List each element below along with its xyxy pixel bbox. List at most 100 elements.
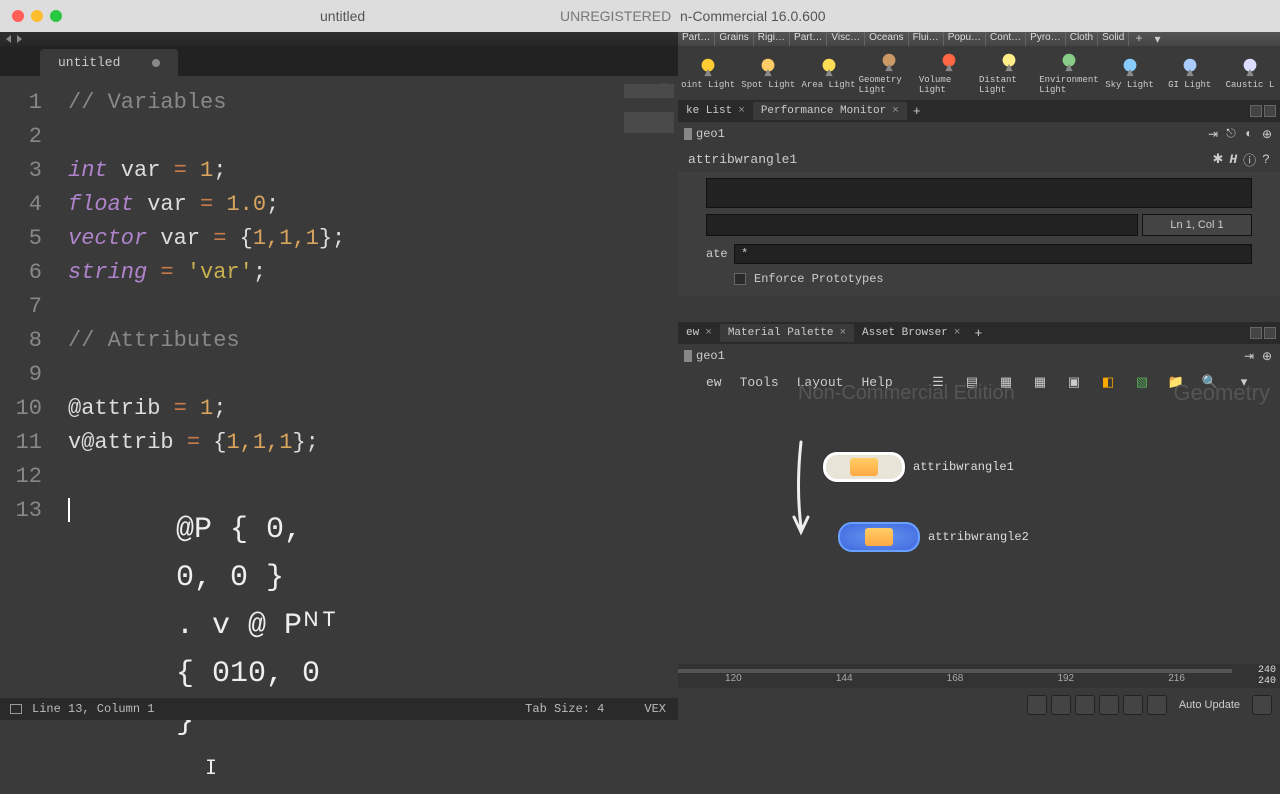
tab-perf-monitor[interactable]: Performance Monitor×	[753, 102, 907, 120]
code-content[interactable]: // Variables int var = 1; float var = 1.…	[56, 76, 345, 684]
help-icon[interactable]: ◐	[1242, 127, 1256, 141]
tab-size[interactable]: Tab Size: 4	[525, 702, 604, 716]
shelf-tool-oint-light[interactable]: oint Light	[678, 46, 738, 100]
vex-code-field[interactable]	[706, 178, 1252, 208]
nav-back-icon[interactable]	[6, 35, 11, 43]
shelf-tool-sky-light[interactable]: Sky Light	[1099, 46, 1159, 100]
shelf-add-icon[interactable]: +	[1129, 32, 1148, 46]
modified-dot-icon	[152, 59, 160, 67]
info-icon[interactable]: ⓘ	[1243, 150, 1256, 169]
node-type-icon	[684, 128, 692, 140]
realtime-icon[interactable]	[1147, 695, 1167, 715]
param-field[interactable]: *	[734, 244, 1252, 264]
node-name-label[interactable]: attribwrangle1	[688, 152, 797, 167]
image-icon[interactable]: ▧	[1134, 374, 1150, 390]
node-attribwrangle1[interactable]: attribwrangle1	[823, 452, 1014, 482]
close-icon[interactable]: ×	[839, 327, 846, 339]
timeline[interactable]: 120 144 168 192 216 240240	[678, 664, 1280, 688]
shelf-tab[interactable]: Rigi…	[754, 32, 790, 46]
code-editor[interactable]: 123 456 789 101112 13 // Variables int v…	[0, 76, 678, 684]
path-geo[interactable]: geo1	[696, 349, 725, 363]
status-icon[interactable]	[10, 704, 22, 714]
close-window-icon[interactable]	[12, 10, 24, 22]
gear-icon[interactable]: ✱	[1212, 152, 1223, 167]
menu-view[interactable]: ew	[706, 375, 722, 390]
play-next-icon[interactable]	[1099, 695, 1119, 715]
minimap[interactable]	[624, 84, 674, 154]
enforce-checkbox[interactable]	[734, 273, 746, 285]
path-geo[interactable]: geo1	[696, 127, 725, 141]
shelf-tool-caustic-l[interactable]: Caustic L	[1220, 46, 1280, 100]
auto-update-dropdown[interactable]: Auto Update	[1171, 699, 1248, 711]
tab-material-palette[interactable]: Material Palette×	[720, 324, 854, 342]
shelf-tab[interactable]: Cont…	[986, 32, 1026, 46]
pane-ctrl-icon[interactable]	[1250, 327, 1262, 339]
context-label: Geometry	[1173, 380, 1270, 406]
expand-icon[interactable]: ⊕	[1260, 127, 1274, 141]
play-last-icon[interactable]	[1123, 695, 1143, 715]
nav-fwd-icon[interactable]	[17, 35, 22, 43]
close-icon[interactable]: ×	[738, 105, 745, 117]
text-cursor	[68, 498, 70, 522]
shelf-tab[interactable]: Oceans	[865, 32, 908, 46]
color-icon[interactable]: ◧	[1100, 374, 1116, 390]
node-label: attribwrangle1	[913, 460, 1014, 474]
close-icon[interactable]: ×	[892, 105, 899, 117]
pane-ctrl-icon[interactable]	[1264, 327, 1276, 339]
help-icon[interactable]: ?	[1262, 152, 1270, 167]
expand-icon[interactable]: ⊕	[1260, 349, 1274, 363]
shelf-tool-geometry-light[interactable]: Geometry Light	[859, 46, 919, 100]
cursor-position[interactable]: Line 13, Column 1	[32, 702, 154, 716]
syntax-mode[interactable]: VEX	[644, 702, 666, 716]
tab-asset-browser[interactable]: Asset Browser×	[854, 324, 968, 342]
play-prev-icon[interactable]	[1051, 695, 1071, 715]
shelf-tab[interactable]: Part…	[678, 32, 715, 46]
update-icon[interactable]	[1252, 695, 1272, 715]
node-type-icon	[684, 350, 692, 362]
tab-scene-view[interactable]: ew×	[678, 324, 720, 342]
shelf-tool-distant-light[interactable]: Distant Light	[979, 46, 1039, 100]
close-icon[interactable]: ×	[705, 327, 712, 339]
vex-input[interactable]	[706, 214, 1138, 236]
shelf-tab[interactable]: Visc…	[827, 32, 865, 46]
shelf-tool-area-light[interactable]: Area Light	[798, 46, 858, 100]
node-attribwrangle2[interactable]: attribwrangle2	[838, 522, 1029, 552]
play-first-icon[interactable]	[1027, 695, 1047, 715]
pin-icon[interactable]: ⇥	[1206, 127, 1220, 141]
layout-icon[interactable]: ▣	[1066, 374, 1082, 390]
shelf-tab[interactable]: Popu…	[944, 32, 986, 46]
file-tab-untitled[interactable]: untitled	[40, 49, 178, 76]
menu-tools[interactable]: Tools	[740, 375, 779, 390]
pane-ctrl-icon[interactable]	[1264, 105, 1276, 117]
houdini-pane: Part…GrainsRigi…Part…Visc…OceansFlui…Pop…	[678, 32, 1280, 720]
pin-icon[interactable]: ⇥	[1242, 349, 1256, 363]
editor-window-title: untitled	[320, 8, 365, 24]
param-label: ate	[706, 247, 726, 261]
shelf-tab[interactable]: Grains	[715, 32, 753, 46]
zoom-window-icon[interactable]	[50, 10, 62, 22]
shelf-tool-environment-light[interactable]: Environment Light	[1039, 46, 1099, 100]
shelf-tab[interactable]: Flui…	[909, 32, 944, 46]
line-gutter: 123 456 789 101112 13	[0, 76, 56, 684]
grid2-icon[interactable]: ▦	[1032, 374, 1048, 390]
tab-add-icon[interactable]: +	[907, 104, 927, 119]
shelf: Part…GrainsRigi…Part…Visc…OceansFlui…Pop…	[678, 32, 1280, 100]
shelf-tab[interactable]: Cloth	[1066, 32, 1098, 46]
h-icon[interactable]: H	[1229, 152, 1237, 167]
minimize-window-icon[interactable]	[31, 10, 43, 22]
tab-take-list[interactable]: ke List×	[678, 102, 753, 120]
pane-ctrl-icon[interactable]	[1250, 105, 1262, 117]
play-icon[interactable]	[1075, 695, 1095, 715]
shelf-tool-spot-light[interactable]: Spot Light	[738, 46, 798, 100]
shelf-menu-icon[interactable]: ▾	[1149, 32, 1167, 46]
shelf-tab[interactable]: Part…	[790, 32, 827, 46]
shelf-tab[interactable]: Pyro…	[1026, 32, 1066, 46]
shelf-tool-volume-light[interactable]: Volume Light	[919, 46, 979, 100]
link-icon[interactable]: ⎋	[1224, 127, 1238, 141]
shelf-tab[interactable]: Solid	[1098, 32, 1129, 46]
unregistered-label: UNREGISTERED	[560, 8, 671, 24]
node-icon	[850, 458, 878, 476]
shelf-tool-gi-light[interactable]: GI Light	[1160, 46, 1220, 100]
close-icon[interactable]: ×	[954, 327, 961, 339]
tab-add-icon[interactable]: +	[968, 326, 988, 341]
